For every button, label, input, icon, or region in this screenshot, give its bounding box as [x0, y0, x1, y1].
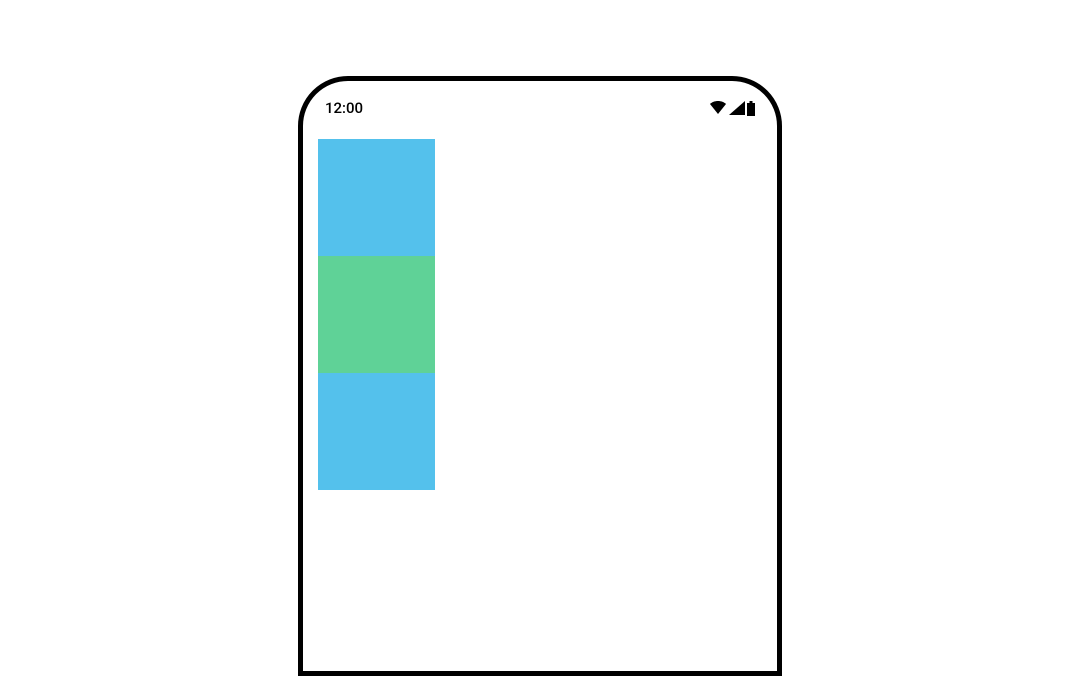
phone-frame: 12:00	[298, 76, 782, 676]
wifi-icon	[709, 101, 727, 115]
content-area	[303, 121, 777, 508]
status-icons	[709, 101, 755, 116]
status-bar: 12:00	[303, 81, 777, 121]
color-block-top	[318, 139, 435, 256]
status-time: 12:00	[325, 99, 363, 117]
color-block-middle	[318, 256, 435, 373]
color-block-bottom	[318, 373, 435, 490]
color-stack	[318, 139, 435, 490]
battery-icon	[747, 101, 755, 116]
cellular-icon	[729, 101, 745, 115]
